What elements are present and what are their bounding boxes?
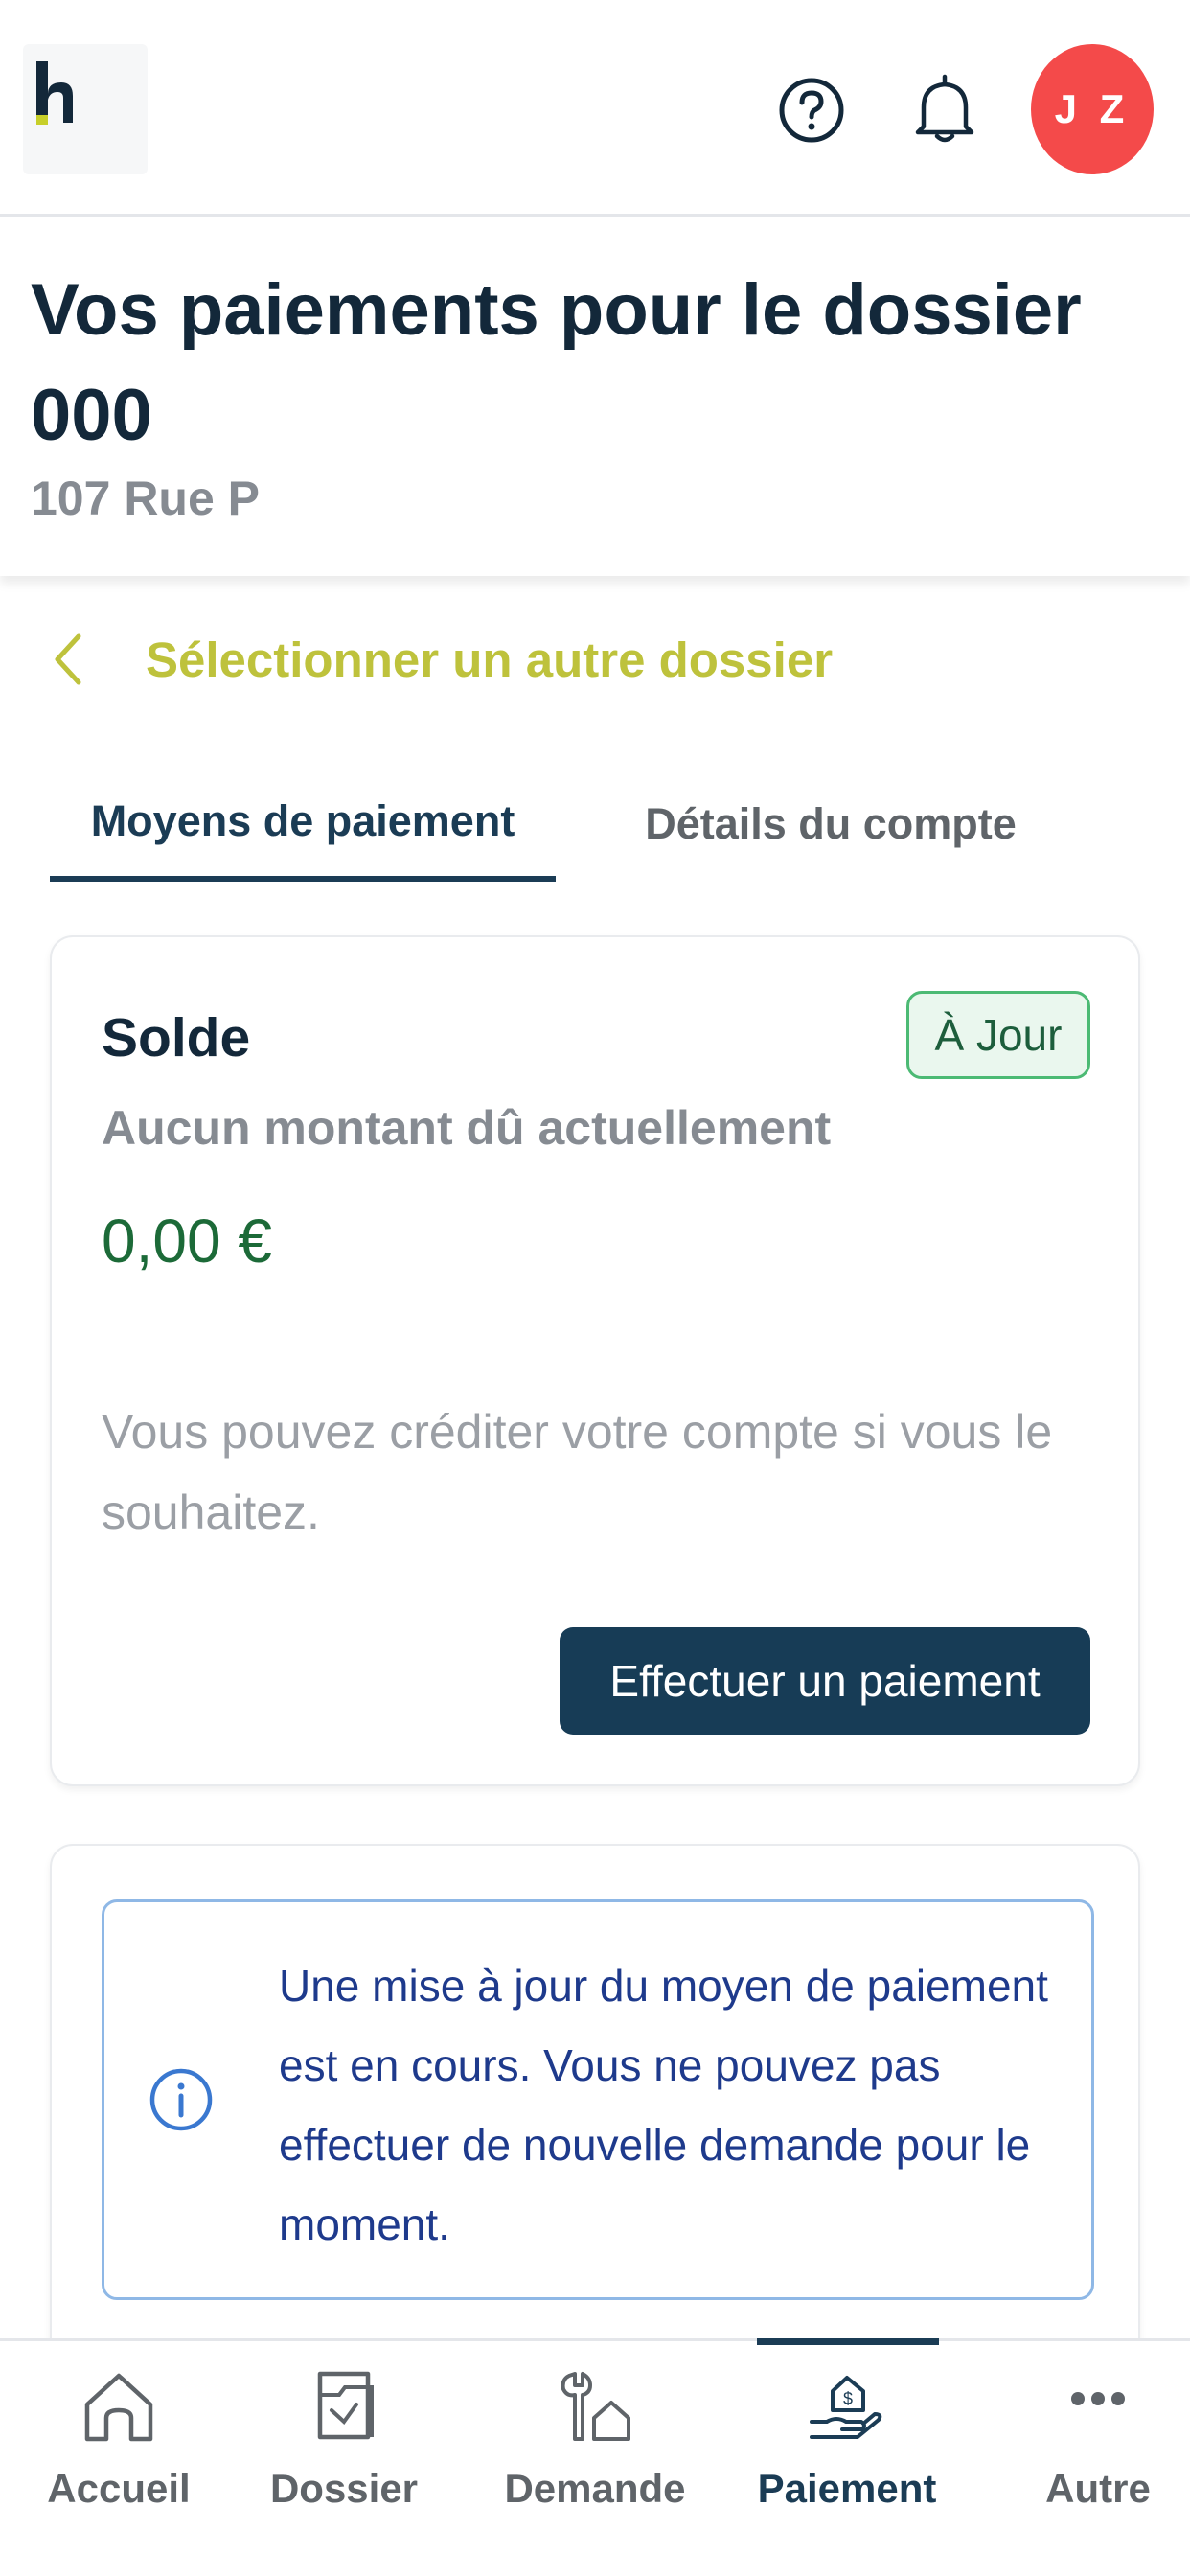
nav-label-autre: Autre [1045,2466,1151,2511]
nav-label-dossier: Dossier [269,2466,419,2511]
home-icon [84,2373,153,2442]
app-logo[interactable] [23,44,148,174]
payment-hand-icon: $ [810,2376,882,2439]
nav-item-demande[interactable]: Demande [476,2341,714,2576]
bottom-nav: Accueil Dossier Demande $ Paiement Autre [0,2338,1190,2576]
info-message: Une mise à jour du moyen de paiement est… [279,1961,1048,2249]
nav-label-paiement: Paiement [757,2466,937,2511]
logo-icon [36,61,73,125]
amount-due-text: Aucun montant dû actuellement [102,1101,832,1155]
credit-info-text: Vous pouvez créditer votre compte si vou… [102,1405,1053,1539]
back-link-label: Sélectionner un autre dossier [146,632,834,687]
help-icon[interactable] [778,77,845,144]
chevron-left-icon [55,633,81,685]
tab-account-details[interactable]: Détails du compte [556,767,1106,882]
avatar-initials: J Z [1054,86,1131,131]
balance-amount: 0,00 € [102,1207,272,1276]
more-icon [1071,2392,1125,2405]
folder-icon [317,2371,374,2440]
select-other-dossier-link[interactable]: Sélectionner un autre dossier [48,621,833,698]
page-subtitle: 107 Rue P [31,472,261,525]
make-payment-button[interactable]: Effectuer un paiement [560,1627,1090,1735]
nav-label-demande: Demande [504,2466,686,2511]
svg-text:$: $ [843,2389,853,2408]
balance-title: Solde [102,1007,251,1069]
bell-icon[interactable] [910,73,979,148]
user-avatar[interactable]: J Z [1031,44,1154,174]
nav-label-accueil: Accueil [47,2466,191,2511]
nav-item-accueil[interactable]: Accueil [0,2341,238,2576]
info-icon [149,2068,213,2131]
status-badge: À Jour [906,991,1090,1079]
nav-item-paiement[interactable]: $ Paiement [728,2341,966,2576]
app-header: J Z [0,0,1190,217]
page-title: Vos paiements pour le dossier 000 [31,269,1082,456]
balance-card: Solde À Jour Aucun montant dû actuelleme… [50,935,1140,1786]
info-alert: Une mise à jour du moyen de paiement est… [102,1899,1094,2300]
payments-page: J Z Vos paiements pour le dossier 000 10… [0,0,1190,2576]
payment-tabs: Moyens de paiement Détails du compte [50,767,1142,882]
nav-item-dossier[interactable]: Dossier [225,2341,463,2576]
title-section: Vos paiements pour le dossier 000 107 Ru… [0,219,1190,576]
tab-payment-methods[interactable]: Moyens de paiement [50,767,556,882]
nav-item-autre[interactable]: Autre [979,2341,1190,2576]
wrench-house-icon [561,2372,630,2441]
